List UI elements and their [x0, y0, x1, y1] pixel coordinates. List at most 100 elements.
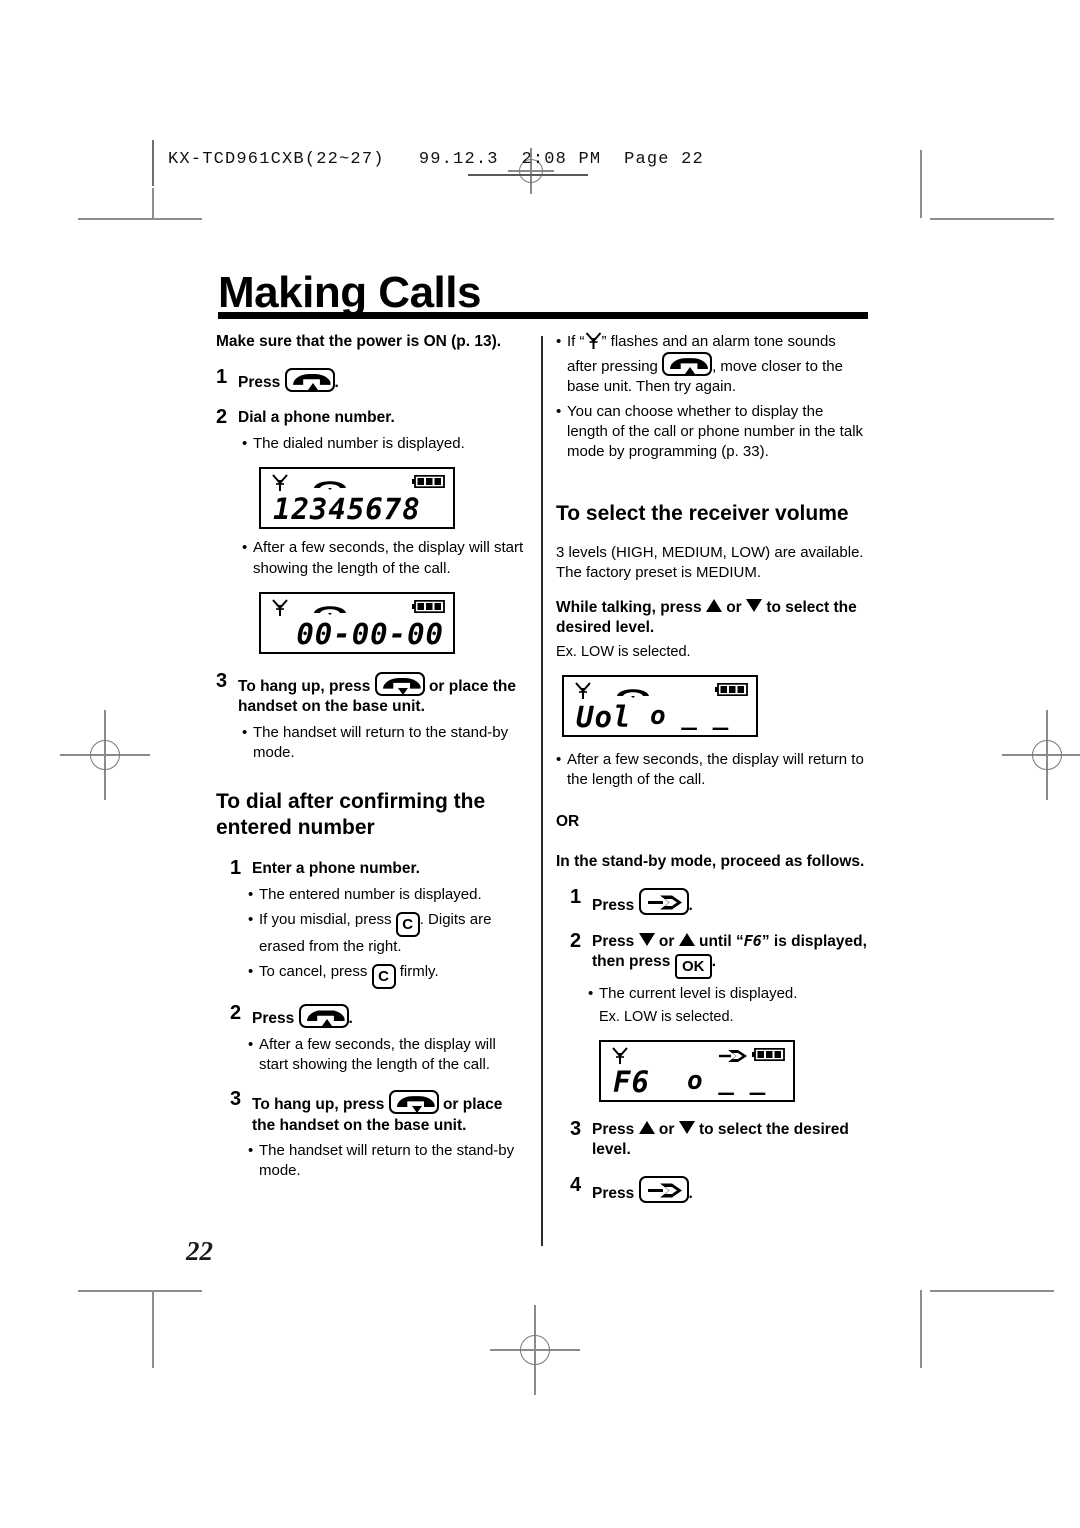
column-divider — [541, 336, 543, 1246]
bullet-text: If “” flashes and an alarm tone sounds a… — [567, 332, 868, 397]
lcd-digits: 12345678 — [273, 492, 421, 527]
lcd-display-call-timer: 00-00-00 — [259, 591, 455, 654]
step-s1-press-program: 1 Press . — [556, 886, 868, 916]
bullet-text: If you misdial, press C. Digits are eras… — [259, 910, 526, 957]
step-text: To hang up, press or place the handset o… — [238, 670, 526, 718]
antenna-icon — [585, 332, 602, 350]
down-arrow-icon — [638, 932, 655, 946]
step-text-post: . — [688, 1184, 693, 1202]
subheading-dial-after-confirming: To dial after confirming the entered num… — [216, 789, 486, 839]
step-text-post: . — [711, 952, 717, 970]
lcd-icon-row — [564, 677, 760, 699]
step-number: 1 — [570, 886, 582, 909]
step-text-pre: Press — [592, 1184, 635, 1202]
bullet-dot: • — [248, 1141, 254, 1159]
lcd-level-indicator: o _ _ — [650, 700, 729, 731]
power-on-note: Make sure that the power is ON (p. 13). — [216, 333, 502, 350]
bullet-dot: • — [248, 963, 254, 981]
step-number: 2 — [570, 929, 582, 952]
bullet-dot: • — [248, 911, 254, 929]
step-text: Press or until “F6” is displayed, then p… — [592, 930, 868, 979]
program-arrow-key-icon — [638, 1175, 689, 1203]
bullet-standby-mode: • The handset will return to the stand-b… — [216, 723, 526, 763]
bullet-text: To cancel, press C firmly. — [259, 962, 526, 990]
instruction-pre: While talking, press — [556, 598, 702, 616]
bullet-misdial: • If you misdial, press C. Digits are er… — [216, 910, 526, 957]
manual-page: KX-TCD961CXB(22~27) 99.12.3 2:08 PM Page… — [0, 0, 1080, 1528]
step-text: Enter a phone number. — [252, 860, 420, 878]
title-rule — [218, 312, 868, 319]
bullet-dot: • — [242, 539, 248, 557]
bullet-text: The entered number is displayed. — [259, 886, 482, 904]
step-text-pre: Press — [592, 932, 635, 950]
bullet-dot: • — [242, 435, 248, 453]
bullet-dialed-number: • The dialed number is displayed. — [216, 434, 526, 454]
f6-code-label: F6 — [743, 931, 762, 950]
program-arrow-key-icon — [638, 888, 689, 916]
bullet-entered-number: • The entered number is displayed. — [216, 885, 526, 905]
bullet-dot: • — [248, 1035, 254, 1053]
lcd-display-volume: Uol o _ _ — [562, 674, 760, 737]
step-3-hang-up: 3 To hang up, press or place the handset… — [216, 670, 526, 718]
step-text: Press . — [252, 1002, 353, 1029]
bullet-call-length: • After a few seconds, the display will … — [216, 538, 526, 578]
step-text: Dial a phone number. — [238, 409, 395, 427]
step-number: 2 — [230, 1002, 242, 1025]
lcd-digits: 00-00-00 — [296, 616, 444, 651]
step-text-post: . — [334, 373, 339, 391]
instruction-or: or — [726, 598, 742, 616]
up-arrow-icon — [638, 1120, 655, 1134]
while-talking-instruction: While talking, press or to select the de… — [556, 598, 868, 639]
talk-key-icon — [662, 352, 713, 377]
step-s4-press-program: 4 Press . — [556, 1174, 868, 1204]
bullet-antenna-flashes: • If “” flashes and an alarm tone sounds… — [556, 332, 868, 397]
hang-up-key-icon — [388, 1090, 439, 1115]
step-text: Press . — [238, 366, 339, 393]
step-text: Press . — [592, 886, 693, 916]
bullet-current-level: • The current level is displayed. — [556, 984, 868, 1004]
lcd-icon-row — [601, 1042, 797, 1064]
step-text-or: or — [658, 932, 675, 950]
ok-key-icon: OK — [674, 953, 712, 979]
step-number: 1 — [230, 857, 242, 880]
step-b1-enter-number: 1 Enter a phone number. — [216, 857, 526, 880]
page-title: Making Calls — [218, 268, 481, 317]
lcd-display-dialed-number: 12345678 — [259, 467, 457, 530]
step-text: To hang up, press or place the handset o… — [252, 1088, 526, 1136]
bullet-dot: • — [588, 984, 594, 1002]
step-text: Press or to select the desired level. — [592, 1118, 868, 1161]
step-s3-select-level: 3 Press or to select the desired level. — [556, 1118, 868, 1161]
step-number: 2 — [216, 406, 228, 429]
step-text-pre: To hang up, press — [252, 1096, 385, 1114]
bullet-text: The dialed number is displayed. — [253, 435, 465, 453]
step-text-pre: Press — [592, 897, 635, 915]
bullet-text-pre: If you misdial, press — [259, 911, 392, 929]
bullet-cancel: • To cancel, press C firmly. — [216, 962, 526, 990]
talk-key-icon — [298, 1004, 349, 1029]
step-b3-hang-up: 3 To hang up, press or place the handset… — [216, 1088, 526, 1136]
step-text: Press . — [592, 1174, 693, 1204]
step-text-post: . — [348, 1010, 353, 1028]
step-text-pre: Press — [252, 1010, 295, 1028]
page-number: 22 — [186, 1236, 213, 1266]
subheading-receiver-volume: To select the receiver volume — [556, 501, 849, 525]
step-s2-select-f6: 2 Press or until “F6” is displayed, then… — [556, 930, 868, 979]
or-label: OR — [556, 812, 580, 830]
lcd-icon-row — [261, 469, 457, 492]
bullet-b3-standby: • The handset will return to the stand-b… — [216, 1141, 526, 1181]
step-number: 3 — [230, 1088, 242, 1111]
bullet-dot: • — [556, 750, 562, 768]
step-1-press-talk: 1 Press . — [216, 366, 526, 393]
volume-intro-text: 3 levels (HIGH, MEDIUM, LOW) are availab… — [556, 543, 864, 582]
bullet-text-a: If “ — [567, 333, 585, 350]
bullet-dot: • — [556, 403, 562, 421]
bullet-text: The handset will return to the stand-by … — [253, 723, 509, 761]
step-number: 4 — [570, 1173, 582, 1196]
bullet-dot: • — [242, 723, 248, 741]
step-number: 3 — [216, 669, 228, 692]
step-text-post: . — [688, 897, 693, 915]
bullet-text-post: firmly. — [399, 963, 439, 981]
step-text-pre: To hang up, press — [238, 677, 371, 695]
up-arrow-icon — [705, 598, 722, 612]
bullet-b2-call-length: • After a few seconds, the display will … — [216, 1035, 526, 1075]
